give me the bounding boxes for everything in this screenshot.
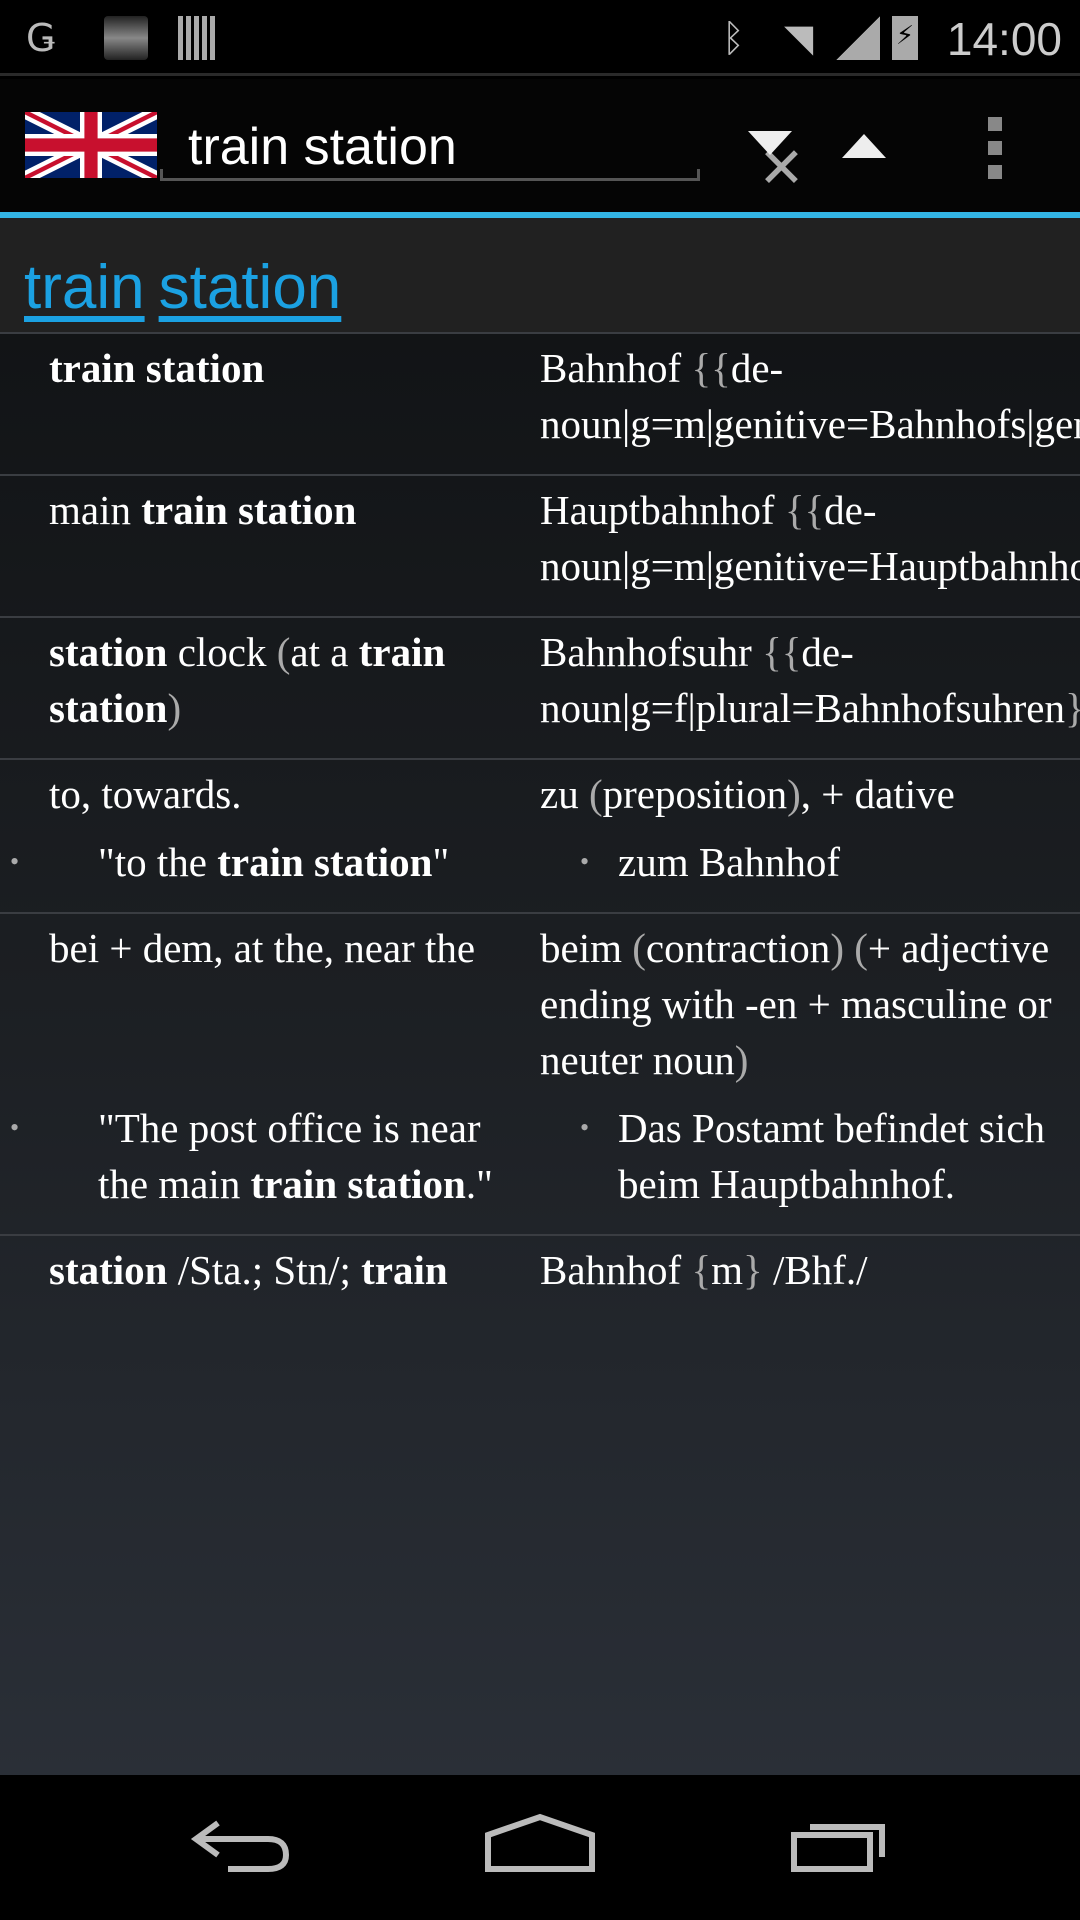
heading-link-train[interactable]: train <box>24 253 145 322</box>
table-row[interactable]: train station Bahnhof {{de-noun|g=m|genit… <box>0 332 1080 474</box>
text-segment: Das Postamt befindet sich beim Hauptbahn… <box>618 1105 1046 1207</box>
translation-cell: Hauptbahnhof {{de-noun|g=m|genitive=Haup… <box>540 482 1080 594</box>
battery-charging-icon: ⚡ <box>892 16 918 60</box>
source-cell: bei + dem, at the, near the <box>0 920 540 1088</box>
uk-flag-icon[interactable] <box>25 112 157 178</box>
highlighted-term: train station <box>49 345 265 391</box>
toolbar: ✕ <box>0 79 1080 212</box>
text-segment: {{ <box>762 629 802 675</box>
bullet-icon: • <box>580 847 590 876</box>
text-segment: /Bhf./ <box>762 1247 868 1293</box>
source-cell: main train station <box>0 482 540 594</box>
text-segment: ( <box>588 771 603 817</box>
entry-heading: train station <box>0 218 1080 332</box>
text-segment: Bahnhof <box>540 1247 692 1293</box>
table-row[interactable]: main train station Hauptbahnhof {{de-noun… <box>0 474 1080 616</box>
text-segment: "to the <box>98 839 218 885</box>
next-result-icon[interactable] <box>748 131 792 155</box>
translation-cell: • zum Bahnhof <box>540 834 1080 890</box>
results-list[interactable]: train station train station Bahnhof {{de-n… <box>0 218 1080 1775</box>
overflow-menu-icon[interactable] <box>988 117 1002 179</box>
back-icon[interactable] <box>188 1813 292 1873</box>
text-segment: zu <box>540 771 589 817</box>
barcode-icon <box>178 16 216 60</box>
example-row: • "to the train station" • zum Bahnhof <box>0 834 1080 890</box>
bullet-icon: • <box>580 1113 590 1142</box>
highlighted-term: station <box>49 629 168 675</box>
status-bar: Ǥ ᛒ ◥ ⚡ 14:00 <box>0 0 1080 76</box>
text-segment: beim <box>540 925 633 971</box>
source-cell: to, towards. <box>0 766 540 822</box>
translation-cell: zu (preposition), + dative <box>540 766 1080 822</box>
text-segment: zum Bahnhof <box>618 839 841 885</box>
translation-cell: beim (contraction) (+ adjective ending w… <box>540 920 1080 1088</box>
example-row: • "The post office is near the main train… <box>0 1100 1080 1212</box>
text-segment: Bahnhof <box>540 345 692 391</box>
highlighted-term: train station <box>141 487 357 533</box>
text-segment: " <box>432 839 450 885</box>
text-segment: }} <box>1065 685 1080 731</box>
text-segment: ( <box>854 925 868 971</box>
highlighted-term: station <box>49 1247 168 1293</box>
highlighted-term: train <box>361 1247 448 1293</box>
text-segment: {{ <box>691 345 731 391</box>
text-segment: /Sta.; Stn/; <box>167 1247 362 1293</box>
search-field[interactable]: ✕ <box>160 99 805 199</box>
bullet-icon: • <box>10 1113 20 1142</box>
previous-result-icon[interactable] <box>842 134 886 158</box>
text-segment: m <box>711 1247 744 1293</box>
table-row[interactable]: to, towards. zu (preposition), + dative • "… <box>0 758 1080 912</box>
text-segment: ) <box>734 1037 749 1083</box>
text-segment: clock <box>167 629 277 675</box>
text-segment: { <box>691 1247 712 1293</box>
table-row[interactable]: station clock (at a train station) Bahnho… <box>0 616 1080 758</box>
text-segment: {{ <box>784 487 825 533</box>
heading-link-station[interactable]: station <box>159 253 342 322</box>
source-cell: • "to the train station" <box>0 834 540 890</box>
source-cell: station /Sta.; Stn/; train <box>0 1242 540 1298</box>
search-input[interactable] <box>188 117 588 177</box>
text-segment: ." <box>465 1161 493 1207</box>
source-cell: • "The post office is near the main train… <box>0 1100 540 1212</box>
text-segment: ( <box>276 629 291 675</box>
table-row[interactable]: bei + dem, at the, near the beim (contrac… <box>0 912 1080 1234</box>
translation-cell: Bahnhof {{de-noun|g=m|genitive=Bahnhofs|… <box>540 340 1080 452</box>
text-segment: at a <box>290 629 359 675</box>
highlighted-term: train station <box>250 1161 466 1207</box>
text-segment: bei + dem, at the, near the <box>49 925 476 971</box>
clock: 14:00 <box>946 13 1062 65</box>
gesture-g-icon: Ǥ <box>26 16 56 60</box>
text-segment: Bahnhofsuhr <box>540 629 763 675</box>
text-segment <box>844 925 854 971</box>
text-segment: contraction <box>645 925 831 971</box>
text-segment: ) <box>787 771 801 817</box>
bluetooth-icon: ᛒ <box>722 16 745 60</box>
highlighted-term: train station <box>217 839 433 885</box>
translation-cell: • Das Postamt befindet sich beim Hauptbah… <box>540 1100 1080 1212</box>
text-segment: preposition <box>602 771 788 817</box>
recent-apps-icon[interactable] <box>790 1813 894 1873</box>
text-segment: , + dative <box>800 771 955 817</box>
bullet-icon: • <box>10 847 20 876</box>
home-icon[interactable] <box>484 1813 596 1873</box>
signal-icon <box>836 16 880 60</box>
text-segment: ) <box>167 685 182 731</box>
table-row[interactable]: station /Sta.; Stn/; train Bahnhof {m} /B… <box>0 1234 1080 1320</box>
source-cell: train station <box>0 340 540 452</box>
translation-cell: Bahnhof {m} /Bhf./ <box>540 1242 1080 1298</box>
storage-icon <box>104 16 148 60</box>
text-segment: main <box>49 487 142 533</box>
wifi-icon: ◥ <box>784 16 814 60</box>
text-segment: Hauptbahnhof <box>540 487 785 533</box>
text-segment: ( <box>632 925 646 971</box>
source-cell: station clock (at a train station) <box>0 624 540 736</box>
translation-cell: Bahnhofsuhr {{de-noun|g=f|plural=Bahnhof… <box>540 624 1080 736</box>
text-segment: ) <box>830 925 844 971</box>
text-segment: to, towards. <box>49 771 242 817</box>
navigation-bar <box>0 1775 1080 1920</box>
text-segment: } <box>743 1247 763 1293</box>
